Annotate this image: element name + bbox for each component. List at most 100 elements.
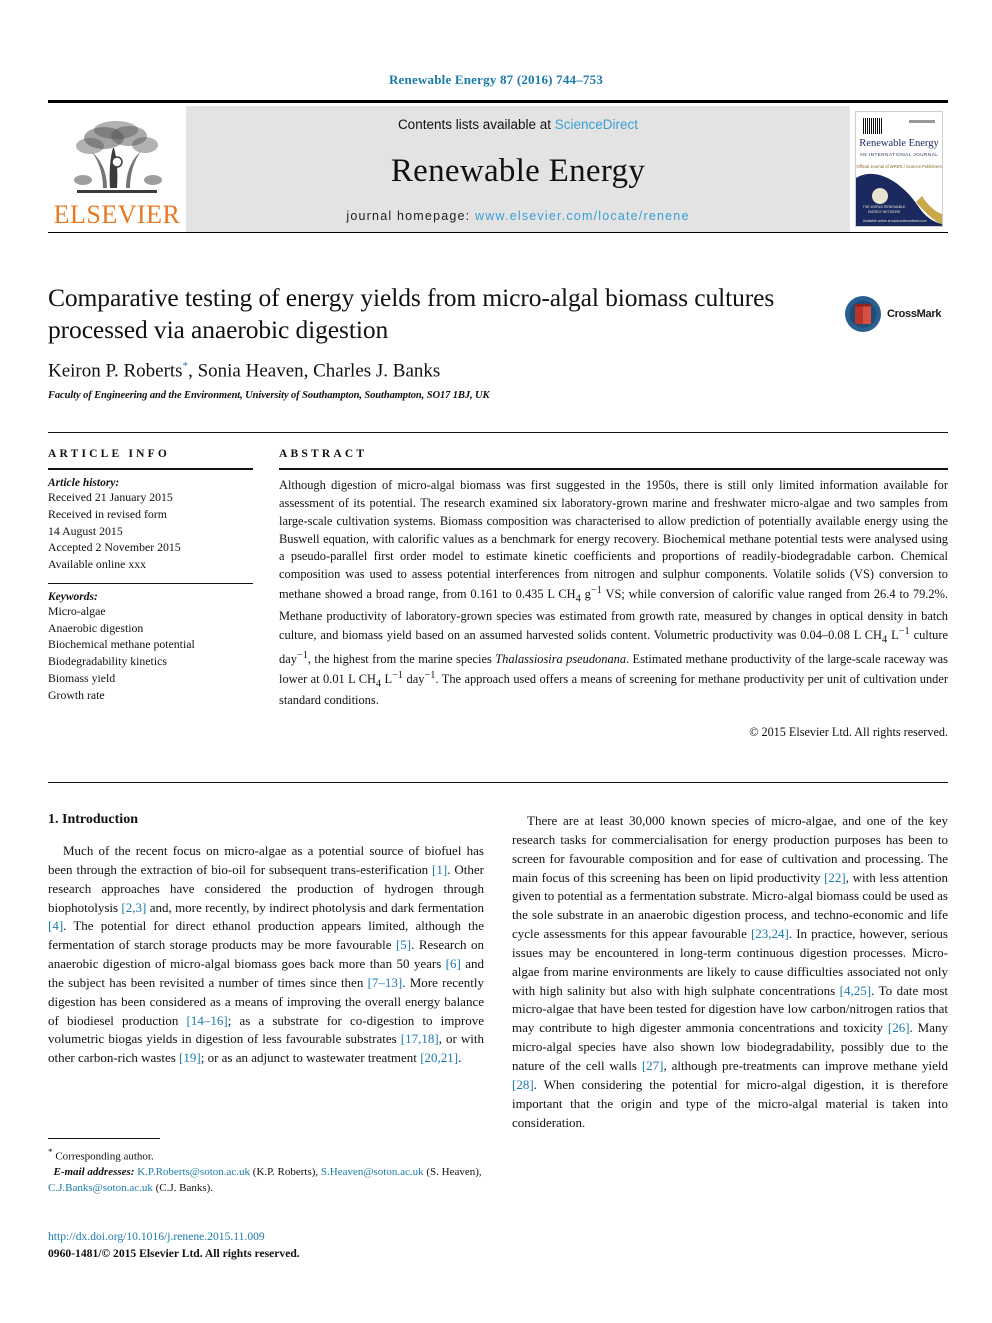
unit-exponent: −1 <box>590 585 602 597</box>
email-addresses-note: E-mail addresses: K.P.Roberts@soton.ac.u… <box>48 1165 484 1196</box>
journal-cover-image: Renewable Energy AN INTERNATIONAL JOURNA… <box>855 111 943 227</box>
citation-ref[interactable]: [28] <box>512 1077 534 1092</box>
journal-homepage-line: journal homepage: www.elsevier.com/locat… <box>346 209 689 223</box>
body-column-left: 1. Introduction Much of the recent focus… <box>48 812 484 1132</box>
text-run: and, more recently, by indirect photolys… <box>146 899 484 915</box>
keyword-item: Biodegradability kinetics <box>48 654 167 668</box>
citation-ref[interactable]: [22] <box>824 870 846 885</box>
keywords-rule <box>48 582 253 584</box>
citation-ref[interactable]: [4] <box>48 918 63 933</box>
info-abstract-region: ARTICLE INFO Article history: Received 2… <box>48 448 948 740</box>
author-others: , Sonia Heaven, Charles J. Banks <box>188 360 441 382</box>
abstract-text: Although digestion of micro-algal biomas… <box>279 478 949 708</box>
citation-ref[interactable]: [27] <box>642 1058 664 1073</box>
citation-ref[interactable]: [14–16] <box>187 1013 228 1028</box>
body-columns: 1. Introduction Much of the recent focus… <box>48 812 948 1132</box>
author-list: Keiron P. Roberts*, Sonia Heaven, Charle… <box>48 360 838 382</box>
email-owner-2: (S. Heaven), <box>423 1166 482 1179</box>
corresponding-author-text: Corresponding author. <box>55 1150 154 1163</box>
journal-cover-thumbnail[interactable]: Renewable Energy AN INTERNATIONAL JOURNA… <box>850 106 948 232</box>
citation-ref[interactable]: [19] <box>179 1050 201 1065</box>
citation-ref[interactable]: [6] <box>446 956 461 971</box>
keyword-item: Micro-algae <box>48 603 106 618</box>
introduction-paragraph-right: There are at least 30,000 known species … <box>512 812 948 1132</box>
ch4-subscript: 4 <box>575 593 581 605</box>
citation-ref[interactable]: [20,21] <box>420 1050 458 1065</box>
elsevier-logo: ELSEVIER <box>48 106 186 232</box>
issn-copyright-line: 0960-1481/© 2015 Elsevier Ltd. All right… <box>48 1247 300 1261</box>
cover-title: Renewable Energy <box>859 138 939 149</box>
corresponding-author-note: * Corresponding author. <box>48 1146 484 1165</box>
citation-ref[interactable]: [4,25] <box>840 983 871 998</box>
unit-exponent: −1 <box>424 669 436 681</box>
text-run: . <box>458 1050 462 1066</box>
footnote-rule <box>48 1138 160 1139</box>
email-owner-3: (C.J. Banks). <box>152 1181 214 1194</box>
citation-ref[interactable]: [7–13] <box>368 975 403 990</box>
contents-prefix: Contents lists available at <box>397 117 555 132</box>
ch4-subscript: 4 <box>881 635 888 647</box>
citation-ref[interactable]: [23,24] <box>751 926 789 941</box>
copyright-line: © 2015 Elsevier Ltd. All rights reserved… <box>749 725 948 740</box>
species-name: Thalassiosira pseudonana <box>495 652 627 667</box>
article-history-label: Article history: <box>48 477 120 489</box>
history-item: Received 21 January 2015 <box>48 490 173 504</box>
crossmark-badge[interactable]: CrossMark <box>844 288 948 340</box>
text-run: , although pre-treatments can improve me… <box>663 1057 948 1073</box>
keyword-item: Anaerobic digestion <box>48 620 144 635</box>
article-info-heading: ARTICLE INFO <box>48 448 171 460</box>
unit-exponent: −1 <box>898 626 910 638</box>
article-info-rule <box>48 468 253 470</box>
introduction-heading: 1. Introduction <box>48 812 138 827</box>
citation-ref[interactable]: [5] <box>396 937 411 952</box>
doi-block: http://dx.doi.org/10.1016/j.renene.2015.… <box>48 1228 484 1263</box>
abstract-rule <box>279 468 948 470</box>
unit-exponent: −1 <box>296 649 308 661</box>
text-run: Much of the recent focus on micro-algae … <box>48 843 484 877</box>
citation-ref[interactable]: [17,18] <box>401 1031 439 1046</box>
body-column-right: There are at least 30,000 known species … <box>512 812 948 1132</box>
elsevier-tree-icon <box>74 121 162 193</box>
abstract-heading: ABSTRACT <box>279 448 368 460</box>
doi-link[interactable]: http://dx.doi.org/10.1016/j.renene.2015.… <box>48 1228 484 1245</box>
cover-emblem-text: THE WORLD RENEWABLE ENERGY NETWORK <box>862 205 906 214</box>
text-run: . When considering the potential for mic… <box>512 1076 948 1130</box>
history-item: Accepted 2 November 2015 <box>48 540 181 555</box>
cover-subtitle: AN INTERNATIONAL JOURNAL <box>859 152 939 157</box>
journal-masthead: ELSEVIER Contents lists available at Sci… <box>48 100 948 233</box>
cover-emblem-icon <box>872 188 888 204</box>
ch4-subscript: 4 <box>375 678 382 690</box>
keyword-item: Growth rate <box>48 687 105 702</box>
footnote-area: * Corresponding author. E-mail addresses… <box>48 1138 484 1196</box>
unit-exponent: −1 <box>392 669 404 681</box>
journal-title: Renewable Energy <box>390 153 646 189</box>
email-link-1[interactable]: K.P.Roberts@soton.ac.uk <box>137 1166 250 1178</box>
sciencedirect-link[interactable]: ScienceDirect <box>555 117 638 132</box>
cover-top-rule <box>909 120 935 123</box>
abstract-part-4: , the highest from the marine species <box>307 652 496 667</box>
email-link-3[interactable]: C.J.Banks@soton.ac.uk <box>48 1182 153 1194</box>
crossmark-icon <box>845 296 881 332</box>
citation-ref[interactable]: [2,3] <box>121 900 146 915</box>
title-block: Comparative testing of energy yields fro… <box>48 282 838 401</box>
introduction-paragraph-left: Much of the recent focus on micro-algae … <box>48 842 484 1068</box>
text-run: ; or as an adjunct to wastewater treatme… <box>200 1050 421 1066</box>
keywords-label: Keywords: <box>48 590 98 603</box>
running-head: Renewable Energy 87 (2016) 744–753 <box>388 72 604 87</box>
citation-ref[interactable]: [26] <box>888 1020 910 1035</box>
footnote-marker: * <box>48 1147 53 1157</box>
article-info-column: ARTICLE INFO Article history: Received 2… <box>48 448 253 740</box>
author-corresponding: Keiron P. Roberts <box>48 360 183 382</box>
elsevier-wordmark: ELSEVIER <box>53 200 181 229</box>
history-item: 14 August 2015 <box>48 523 123 538</box>
divider-above-abstract <box>48 432 948 433</box>
page-title: Comparative testing of energy yields fro… <box>48 283 775 345</box>
email-link-2[interactable]: S.Heaven@soton.ac.uk <box>321 1166 424 1178</box>
barcode-icon <box>863 118 883 134</box>
email-label: E-mail addresses: <box>53 1166 135 1179</box>
cover-wave-graphic <box>856 173 942 226</box>
homepage-url-link[interactable]: www.elsevier.com/locate/renene <box>475 209 690 223</box>
masthead-center: Contents lists available at ScienceDirec… <box>186 106 850 232</box>
citation-ref[interactable]: [1] <box>432 862 447 877</box>
keyword-item: Biochemical methane potential <box>48 637 195 652</box>
